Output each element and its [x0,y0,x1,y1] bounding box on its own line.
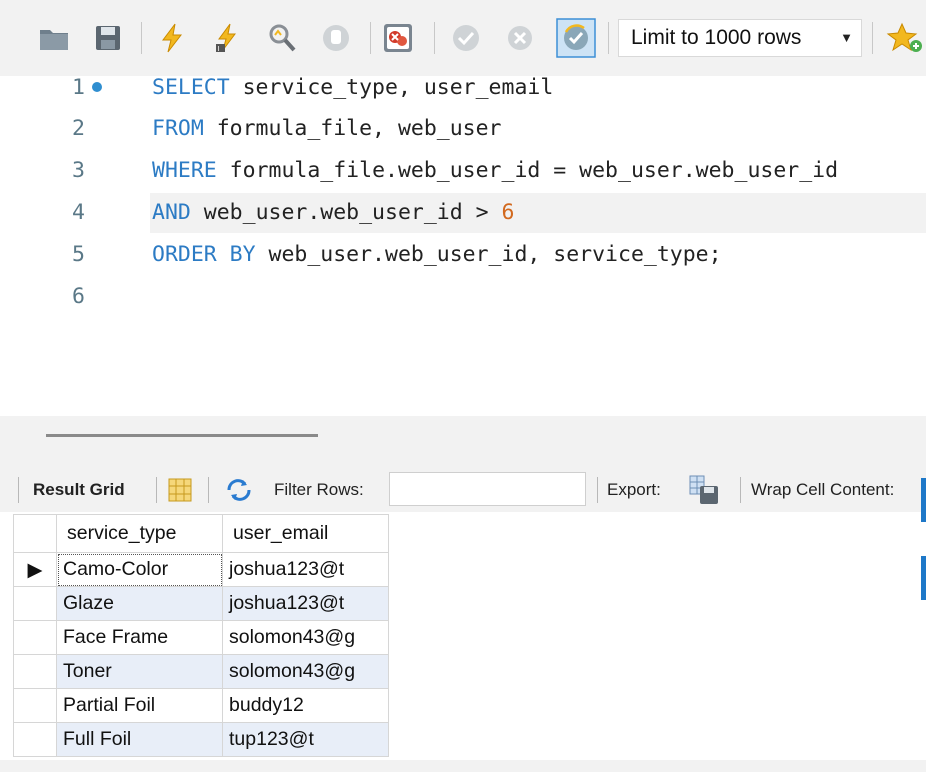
toolbar-separator [156,477,157,503]
row-selector[interactable] [13,688,57,723]
result-grid-tab[interactable]: Result Grid [33,480,125,500]
row-selector[interactable] [13,586,57,621]
table-cell[interactable]: Toner [56,654,223,689]
table-row[interactable]: Glaze joshua123@t [13,586,389,621]
toolbar-separator [597,477,598,503]
table-row[interactable]: Face Frame solomon43@g [13,620,389,655]
table-cell[interactable]: solomon43@g [222,654,389,689]
refresh-icon[interactable] [225,478,253,507]
table-cell[interactable]: tup123@t [222,722,389,757]
editor-line-5: 5 ORDER BY web_user.web_user_id, service… [0,235,926,275]
line-number: 6 [72,284,85,309]
sql-text: formula_file.web_user_id = web_user.web_… [216,158,839,183]
toolbar-separator [370,22,371,54]
sql-number: 6 [501,200,515,225]
filter-rows-input[interactable] [389,472,586,506]
toolbar-separator [18,477,19,503]
table-cell[interactable]: Camo-Color [56,552,223,587]
svg-text:I: I [218,45,220,53]
status-strip [0,760,926,772]
code-text: SELECT service_type, user_email [152,68,553,108]
export-label: Export: [607,480,661,499]
editor-line-3: 3 WHERE formula_file.web_user_id = web_u… [0,151,926,191]
side-panel-edge [921,556,926,600]
toolbar-separator [141,22,142,54]
wrap-cell-content-label: Wrap Cell Content: [751,480,895,499]
sql-text: formula_file, web_user [203,116,502,141]
code-text: ORDER BY web_user.web_user_id, service_t… [152,235,722,275]
table-cell[interactable]: Full Foil [56,722,223,757]
export-icon[interactable] [688,474,720,511]
table-row[interactable]: Full Foil tup123@t [13,722,389,757]
sql-keyword: ORDER BY [152,242,256,267]
statement-marker-icon [92,82,102,92]
editor-line-6: 6 [0,277,926,317]
row-selector[interactable] [13,722,57,757]
toolbar-separator [208,477,209,503]
execute-icon[interactable] [156,22,188,54]
row-selector[interactable] [13,620,57,655]
beautify-icon[interactable] [886,22,922,54]
panel-gap [0,416,926,468]
toolbar-separator [872,22,873,54]
limit-rows-select[interactable]: Limit to 1000 rows ▼ [618,19,862,57]
row-pointer-icon: ▶ [13,552,57,587]
editor-line-1: 1 SELECT service_type, user_email [0,68,926,108]
table-cell[interactable]: Partial Foil [56,688,223,723]
execute-current-icon[interactable]: I [210,22,242,54]
save-icon[interactable] [92,22,124,54]
chevron-down-icon: ▼ [840,30,853,45]
column-header[interactable]: user_email [222,514,389,553]
table-row[interactable]: ▶ Camo-Color joshua123@t [13,552,389,587]
line-number: 5 [72,242,85,267]
result-grid[interactable]: service_type user_email ▶ Camo-Color jos… [13,514,389,757]
sql-keyword: AND [152,200,191,225]
grid-header-row: service_type user_email [13,514,389,553]
table-cell[interactable]: buddy12 [222,688,389,723]
explain-icon[interactable] [266,22,298,54]
editor-line-4: 4 AND web_user.web_user_id > 6 [0,193,926,233]
editor-line-2: 2 FROM formula_file, web_user [0,109,926,149]
toolbar-separator [740,477,741,503]
line-number: 3 [72,158,85,183]
autocommit-icon[interactable] [556,18,596,58]
limit-rows-label: Limit to 1000 rows [631,26,802,49]
code-text: WHERE formula_file.web_user_id = web_use… [152,151,838,191]
result-toolbar: Result Grid Filter Rows: Export: Wrap Ce… [0,468,926,512]
sql-editor[interactable]: 1 SELECT service_type, user_email 2 FROM… [0,75,926,416]
column-header[interactable]: service_type [56,514,223,553]
line-number: 1 [72,75,85,100]
row-selector[interactable] [13,654,57,689]
table-row[interactable]: Toner solomon43@g [13,654,389,689]
sql-text: web_user.web_user_id > [190,200,502,225]
sql-keyword: WHERE [152,158,217,183]
code-text: FROM formula_file, web_user [152,109,502,149]
toolbar-separator [608,22,609,54]
sql-text: service_type, user_email [229,75,554,100]
grid-layout-icon[interactable] [167,477,193,508]
rollback-icon[interactable] [504,22,536,54]
stop-icon[interactable] [320,22,352,54]
sql-text: web_user.web_user_id, service_type; [255,242,722,267]
row-selector-header [13,514,57,553]
table-cell[interactable]: solomon43@g [222,620,389,655]
open-folder-icon[interactable] [38,22,70,54]
line-number: 2 [72,116,85,141]
table-cell[interactable]: joshua123@t [222,552,389,587]
line-number: 4 [72,200,85,225]
filter-rows-label: Filter Rows: [274,480,364,499]
table-cell[interactable]: joshua123@t [222,586,389,621]
toolbar-separator [434,22,435,54]
sql-keyword: SELECT [152,75,230,100]
code-text: AND web_user.web_user_id > 6 [152,193,514,233]
sql-editor-toolbar: I Limit to 1000 rows ▼ [0,0,926,76]
table-row[interactable]: Partial Foil buddy12 [13,688,389,723]
toggle-error-icon[interactable] [382,22,414,54]
sql-keyword: FROM [152,116,204,141]
table-cell[interactable]: Face Frame [56,620,223,655]
table-cell[interactable]: Glaze [56,586,223,621]
horizontal-scrollbar[interactable] [46,434,318,437]
side-panel-edge [921,478,926,522]
commit-icon[interactable] [450,22,482,54]
